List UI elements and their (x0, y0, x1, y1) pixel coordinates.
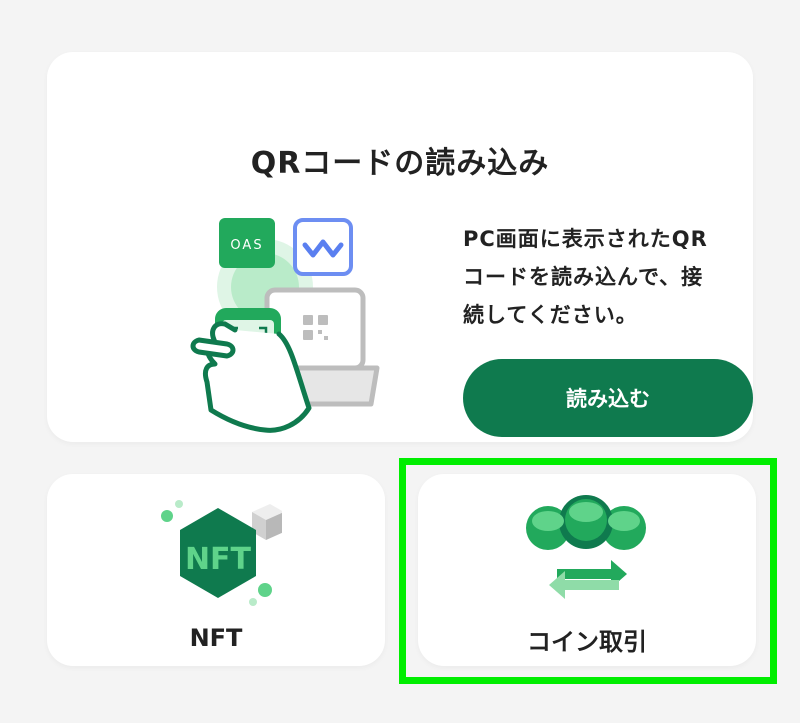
cube-icon (252, 504, 282, 540)
finger (190, 337, 236, 359)
qr-scan-illustration: OAS (190, 218, 380, 433)
description-line: PC画面に表示されたQR (463, 227, 708, 251)
description-line: コードを読み込んで、接 (463, 265, 704, 289)
coin-trade-card[interactable]: コイン取引 (418, 474, 756, 666)
nft-hexagon-icon: NFT (161, 500, 282, 606)
description-line: 続してください。 (463, 303, 638, 327)
qr-card-title: QRコードの読み込み (250, 146, 550, 181)
qr-card-description: PC画面に表示されたQR コードを読み込んで、接 続してください。 (463, 220, 763, 334)
read-qr-button[interactable]: 読み込む (463, 359, 753, 437)
oasys-logo-text: OAS (230, 238, 263, 253)
exchange-arrows-icon (549, 560, 627, 599)
coin-exchange-icon (526, 495, 646, 599)
nft-card[interactable]: NFT NFT (47, 474, 385, 666)
qr-read-card: QRコードの読み込み OAS PC画面に表示されたQR コードを読み込んで、接 … (47, 52, 753, 442)
coin-trade-label: コイン取引 (527, 628, 647, 656)
svg-text:NFT: NFT (185, 542, 252, 577)
nft-label: NFT (189, 624, 243, 652)
